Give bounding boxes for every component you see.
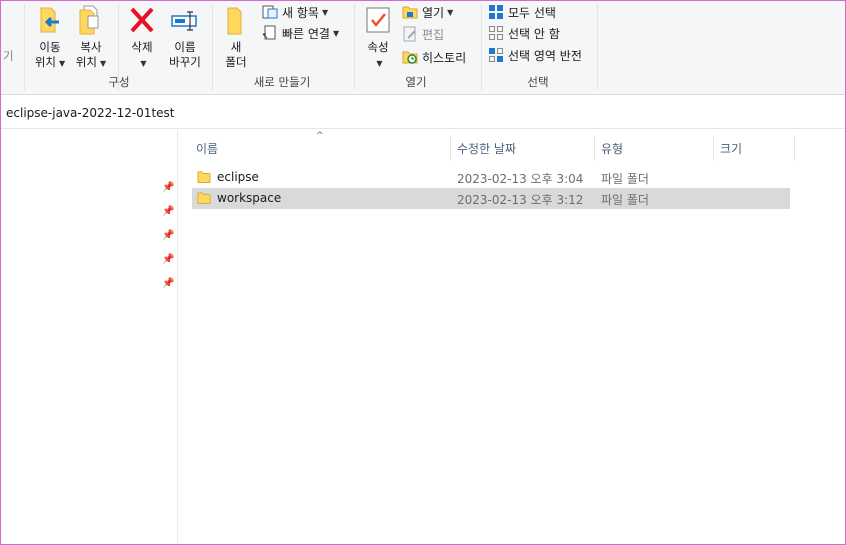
copy-to-label-1: 복사 (80, 40, 102, 54)
move-to-icon (35, 4, 65, 36)
new-item-label: 새 항목 (282, 5, 319, 20)
new-folder-icon (221, 4, 251, 36)
open-button[interactable]: 열기 ▼ (402, 2, 453, 22)
new-group-label: 새로 만들기 (253, 75, 311, 89)
file-modified: 2023-02-13 오후 3:04 (457, 172, 584, 186)
easy-access-icon (262, 25, 278, 41)
chevron-down-icon: ▼ (321, 7, 329, 17)
folder-icon (197, 191, 211, 205)
copy-to-button[interactable]: 복사 위치 ▼ (72, 4, 110, 71)
rename-icon (170, 4, 200, 36)
rename-label-2: 바꾸기 (169, 55, 201, 69)
chevron-down-icon: ▼ (100, 59, 107, 68)
select-group-label: 선택 (527, 75, 549, 89)
delete-label: 삭제 (131, 40, 153, 54)
delete-button[interactable]: 삭제 ▼ (124, 4, 160, 71)
rename-label-1: 이름 (174, 40, 196, 54)
open-folder-icon (402, 4, 418, 20)
properties-button[interactable]: 속성 ▼ (360, 4, 396, 71)
column-divider[interactable] (794, 135, 795, 161)
select-none-button[interactable]: 선택 안 함 (488, 23, 560, 43)
delete-icon (127, 4, 157, 36)
column-header-modified[interactable]: 수정한 날짜 (457, 140, 516, 157)
pin-icon[interactable]: 📌 (162, 231, 174, 241)
ribbon: 기 이동 위치 ▼ 복사 위치 ▼ 삭제 ▼ 이름 바꾸기 구성 새 폴더 새 … (0, 0, 846, 95)
column-divider[interactable] (713, 135, 714, 161)
properties-label: 속성 (367, 40, 389, 54)
ribbon-separator (481, 4, 482, 90)
new-folder-label-2: 폴더 (225, 55, 247, 69)
new-folder-button[interactable]: 새 폴더 (218, 4, 254, 70)
select-none-label: 선택 안 함 (508, 26, 560, 41)
rename-button[interactable]: 이름 바꾸기 (164, 4, 206, 70)
address-path[interactable]: eclipse-java-2022-12-01test (6, 106, 175, 120)
pin-icon[interactable]: 📌 (162, 183, 174, 193)
pin-icon[interactable]: 📌 (162, 207, 174, 217)
truncated-group-label: 기 (3, 49, 14, 63)
chevron-down-icon: ▼ (332, 28, 340, 38)
select-all-label: 모두 선택 (508, 5, 556, 20)
history-icon (402, 49, 418, 65)
properties-icon (363, 4, 393, 36)
invert-selection-button[interactable]: 선택 영역 반전 (488, 45, 582, 65)
column-divider[interactable] (450, 135, 451, 161)
move-to-label-1: 이동 (39, 40, 61, 54)
new-folder-label-1: 새 (230, 40, 242, 54)
address-bar[interactable]: eclipse-java-2022-12-01test (0, 96, 846, 129)
chevron-down-icon: ▼ (447, 7, 454, 17)
ribbon-separator (212, 4, 213, 90)
file-name: eclipse (217, 170, 259, 184)
organize-group-label: 구성 (108, 75, 130, 89)
edit-icon (402, 26, 418, 42)
easy-access-label: 빠른 연결 (282, 26, 330, 41)
table-row-selected[interactable]: workspace 2023-02-13 오후 3:12 파일 폴더 (192, 188, 790, 209)
history-button[interactable]: 히스토리 (402, 47, 466, 67)
select-none-icon (488, 25, 504, 41)
folder-icon (197, 170, 211, 184)
easy-access-button[interactable]: 빠른 연결 ▼ (262, 23, 339, 43)
sort-ascending-icon: ^ (316, 131, 324, 141)
open-label: 열기 (422, 5, 445, 20)
pin-icon[interactable]: 📌 (162, 255, 174, 265)
column-header-name[interactable]: 이름 (196, 140, 218, 157)
column-divider[interactable] (594, 135, 595, 161)
file-name: workspace (217, 191, 282, 205)
select-all-icon (488, 4, 504, 20)
invert-selection-icon (488, 47, 504, 63)
copy-to-icon (76, 4, 106, 36)
navigation-pane[interactable]: 📌 📌 📌 📌 📌 (0, 130, 178, 545)
new-item-button[interactable]: 새 항목 ▼ (262, 2, 328, 22)
invert-selection-label: 선택 영역 반전 (508, 48, 582, 63)
open-group-label: 열기 (405, 75, 427, 89)
column-header-size[interactable]: 크기 (720, 140, 742, 157)
ribbon-separator (597, 4, 598, 90)
file-type: 파일 폴더 (601, 193, 649, 207)
ribbon-separator (24, 4, 25, 90)
select-all-button[interactable]: 모두 선택 (488, 2, 556, 22)
move-to-label-2: 위치 (34, 55, 56, 69)
move-to-button[interactable]: 이동 위치 ▼ (32, 4, 68, 71)
file-modified: 2023-02-13 오후 3:12 (457, 193, 584, 207)
pin-icon[interactable]: 📌 (162, 279, 174, 289)
file-list[interactable]: ^ 이름 수정한 날짜 유형 크기 eclipse 2023-02-13 오후 … (178, 130, 846, 545)
file-type: 파일 폴더 (601, 172, 649, 186)
history-label: 히스토리 (422, 50, 467, 65)
copy-to-label-2: 위치 (75, 55, 97, 69)
new-item-icon (262, 4, 278, 20)
ribbon-separator (354, 4, 355, 90)
chevron-down-icon: ▼ (376, 59, 383, 68)
edit-button[interactable]: 편집 (402, 24, 444, 44)
edit-label: 편집 (422, 27, 445, 42)
chevron-down-icon: ▼ (59, 59, 66, 68)
table-row[interactable]: eclipse 2023-02-13 오후 3:04 파일 폴더 (192, 167, 790, 188)
chevron-down-icon: ▼ (140, 59, 147, 68)
column-header-type[interactable]: 유형 (601, 140, 623, 157)
